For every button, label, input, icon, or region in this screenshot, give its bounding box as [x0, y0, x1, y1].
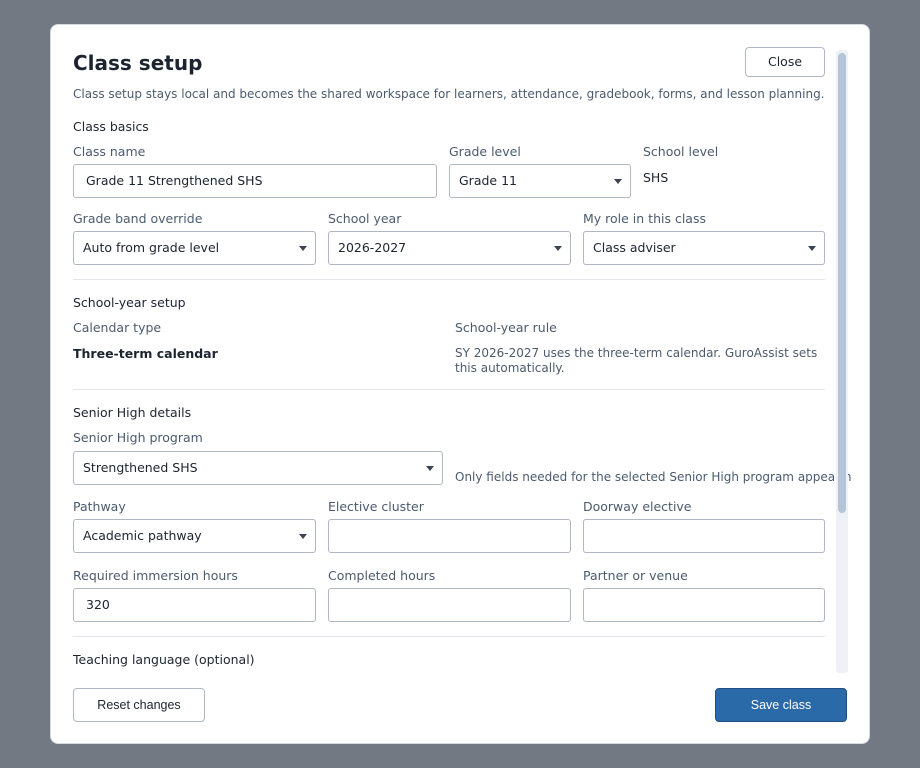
school-level-label: School level [643, 144, 719, 159]
doorway-elective-label: Doorway elective [583, 499, 692, 514]
pathway-value: Academic pathway [83, 528, 202, 543]
school-level-value: SHS [643, 170, 669, 185]
grade-level-select[interactable]: Grade 11 [449, 164, 631, 198]
class-name-label: Class name [73, 144, 146, 159]
grade-band-value: Auto from grade level [83, 240, 220, 255]
school-year-value: 2026-2027 [338, 240, 407, 255]
chevron-down-icon [808, 246, 816, 251]
school-year-select[interactable]: 2026-2027 [328, 231, 571, 265]
doorway-elective-input[interactable] [583, 519, 825, 553]
elective-cluster-input[interactable] [328, 519, 571, 553]
chevron-down-icon [299, 246, 307, 251]
partner-input[interactable] [583, 588, 825, 622]
pathway-select[interactable]: Academic pathway [73, 519, 316, 553]
section-divider [73, 389, 825, 390]
school-year-rule-label: School-year rule [455, 320, 557, 335]
school-year-rule-text: SY 2026-2027 uses the three-term calenda… [455, 346, 818, 375]
class-basics-heading: Class basics [73, 119, 149, 134]
immersion-hours-label: Required immersion hours [73, 568, 238, 583]
school-year-setup-heading: School-year setup [73, 295, 186, 310]
class-setup-dialog: Class setup Close Class setup stays loca… [50, 24, 870, 744]
dialog-scrollbar[interactable] [836, 50, 848, 673]
save-class-button[interactable]: Save class [715, 688, 847, 722]
shs-program-select[interactable]: Strengthened SHS [73, 451, 443, 485]
role-label: My role in this class [583, 211, 706, 226]
senior-high-heading: Senior High details [73, 405, 192, 420]
close-button[interactable]: Close [745, 47, 825, 77]
chevron-down-icon [426, 466, 434, 471]
shs-program-value: Strengthened SHS [83, 460, 198, 475]
grade-level-label: Grade level [449, 144, 521, 159]
section-divider [73, 279, 825, 280]
calendar-type-label: Calendar type [73, 320, 162, 335]
chevron-down-icon [554, 246, 562, 251]
shs-program-note: Only fields needed for the selected Seni… [455, 470, 851, 484]
completed-hours-label: Completed hours [328, 568, 436, 583]
chevron-down-icon [614, 179, 622, 184]
role-value: Class adviser [593, 240, 676, 255]
dialog-scroll-area[interactable]: Class setup Close Class setup stays loca… [51, 25, 851, 673]
immersion-hours-input[interactable]: 320 [73, 588, 316, 622]
partner-label: Partner or venue [583, 568, 688, 583]
pathway-label: Pathway [73, 499, 126, 514]
calendar-type-value: Three-term calendar [73, 346, 218, 361]
teaching-language-heading: Teaching language (optional) [73, 652, 255, 667]
section-divider [73, 636, 825, 637]
completed-hours-input[interactable] [328, 588, 571, 622]
dialog-title: Class setup [73, 51, 203, 75]
grade-band-label: Grade band override [73, 211, 203, 226]
school-year-label: School year [328, 211, 402, 226]
dialog-subtitle: Class setup stays local and becomes the … [73, 87, 825, 101]
reset-changes-button[interactable]: Reset changes [73, 688, 205, 722]
elective-cluster-label: Elective cluster [328, 499, 424, 514]
class-name-input[interactable]: Grade 11 Strengthened SHS [73, 164, 437, 198]
grade-level-value: Grade 11 [459, 173, 517, 188]
role-select[interactable]: Class adviser [583, 231, 825, 265]
shs-program-label: Senior High program [73, 430, 203, 445]
chevron-down-icon [299, 534, 307, 539]
grade-band-select[interactable]: Auto from grade level [73, 231, 316, 265]
scrollbar-thumb[interactable] [838, 53, 846, 513]
